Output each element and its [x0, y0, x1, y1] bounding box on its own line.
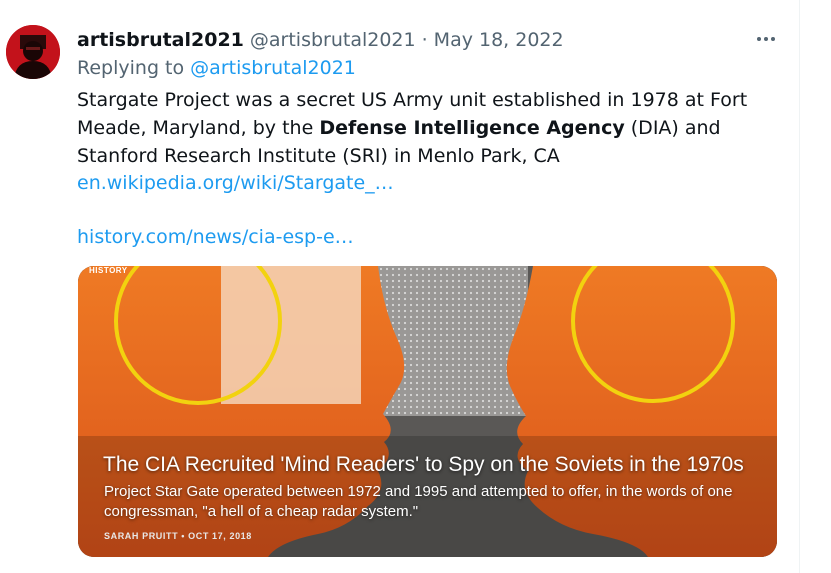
reply-handle-link[interactable]: @artisbrutal2021	[190, 57, 356, 79]
more-horizontal-icon	[757, 37, 775, 41]
author-handle[interactable]: @artisbrutal2021	[250, 29, 416, 51]
tweet-header: artisbrutal2021 @artisbrutal2021 · May 1…	[77, 27, 564, 53]
timeline-border	[799, 0, 800, 573]
card-byline: SARAH PRUITT • OCT 17, 2018	[104, 531, 252, 541]
avatar-image	[6, 25, 60, 79]
reply-prefix: Replying to	[77, 57, 185, 79]
tweet-date[interactable]: May 18, 2022	[434, 29, 564, 51]
card-headline: The CIA Recruited 'Mind Readers' to Spy …	[103, 453, 744, 476]
header-separator: ·	[421, 29, 428, 51]
history-link[interactable]: history.com/news/cia-esp-e…	[77, 223, 354, 251]
more-options-button[interactable]	[754, 28, 778, 50]
history-logo: HISTORY	[89, 266, 128, 275]
card-description: Project Star Gate operated between 1972 …	[104, 483, 733, 520]
link-preview-card[interactable]: HISTORY The CIA Recruited 'Mind Readers'…	[78, 266, 777, 557]
tweet-text-bold: Defense Intelligence Agency	[319, 117, 625, 139]
wikipedia-link[interactable]: en.wikipedia.org/wiki/Stargate_…	[77, 169, 394, 197]
avatar[interactable]	[6, 25, 60, 79]
tweet-text: Stargate Project was a secret US Army un…	[77, 86, 782, 170]
reply-context: Replying to @artisbrutal2021	[77, 57, 356, 79]
author-name[interactable]: artisbrutal2021	[77, 29, 244, 51]
